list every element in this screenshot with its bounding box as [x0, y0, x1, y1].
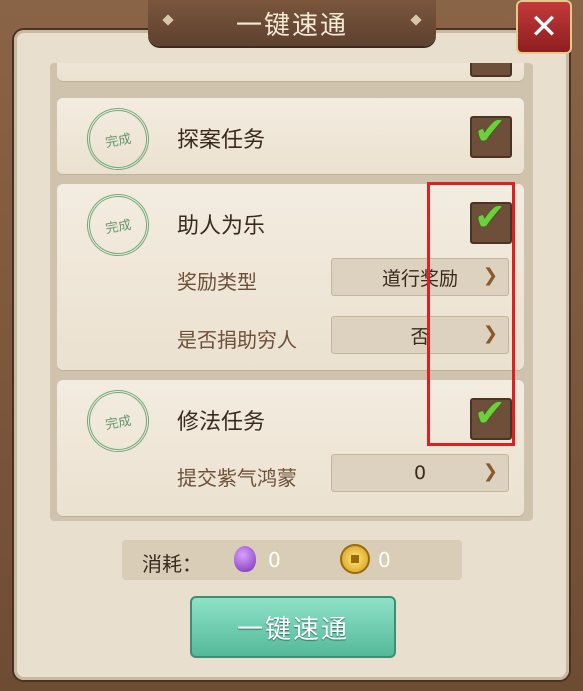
close-icon: ✕ [529, 7, 559, 47]
completed-stamp-icon: 完成 [82, 103, 154, 175]
quick-pass-button[interactable]: 一键速通 [190, 596, 396, 658]
task-card: 完成 探案任务 ✔ [57, 98, 524, 175]
highlight-box [427, 182, 515, 446]
ornament-icon [162, 14, 174, 26]
dialog-title: 一键速通 [235, 10, 348, 41]
option-label: 奖励类型 [177, 270, 257, 294]
completed-stamp-icon: 完成 [82, 385, 154, 457]
task-checkbox[interactable]: ✔ [470, 112, 512, 158]
ornament-icon [410, 14, 422, 26]
dialog-frame: 一键速通 ✕ ✔ 完成 探案任务 ✔ 完成 助人为乐 ✔ 奖励类型 [0, 0, 583, 691]
gem-cost: 0 [268, 548, 281, 572]
check-icon: ✔ [474, 63, 506, 69]
option-label: 提交紫气鸿蒙 [177, 466, 297, 490]
task-title: 助人为乐 [177, 214, 266, 239]
coin-cost: 0 [378, 548, 391, 572]
task-checkbox[interactable]: ✔ [470, 63, 512, 77]
coin-icon [340, 544, 370, 574]
check-icon: ✔ [474, 109, 506, 153]
close-button[interactable]: ✕ [516, 0, 572, 54]
task-title: 探案任务 [177, 128, 266, 153]
chevron-down-icon: ❯ [482, 461, 498, 482]
submit-amount-select[interactable]: 0 ❯ [331, 454, 509, 492]
option-label: 是否捐助穷人 [177, 328, 297, 352]
cost-bar: 消耗： 0 0 [122, 540, 462, 580]
cost-label: 消耗： [142, 552, 202, 576]
task-card-partial: ✔ [57, 63, 524, 81]
select-value: 0 [413, 462, 427, 484]
gem-icon [234, 546, 256, 572]
title-bar: 一键速通 [148, 0, 436, 46]
task-title: 修法任务 [177, 410, 266, 435]
completed-stamp-icon: 完成 [82, 189, 154, 261]
